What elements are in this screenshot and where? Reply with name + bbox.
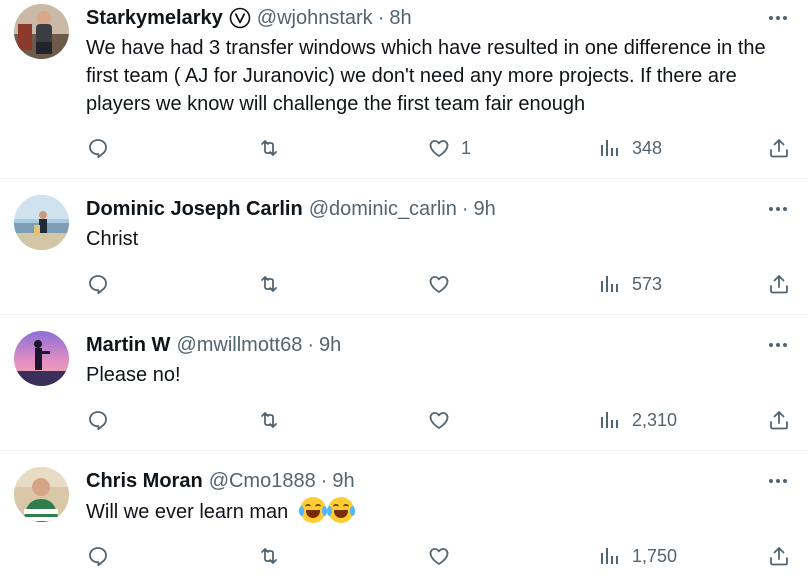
tweet[interactable]: Starkymelarky @wjohnstark · 8h We have h… (0, 0, 808, 179)
author-handle[interactable]: @wjohnstark (257, 6, 373, 30)
view-count: 348 (632, 137, 663, 158)
timestamp[interactable]: 8h (389, 6, 411, 30)
author-name[interactable]: Martin W (86, 333, 170, 357)
timestamp[interactable]: 9h (319, 333, 341, 357)
author-handle[interactable]: @Cmo1888 (209, 469, 316, 493)
views-button[interactable]: 2,310 (598, 406, 677, 434)
share-button[interactable] (767, 270, 791, 298)
verified-badge-icon (229, 7, 251, 29)
tweet-actions: 573 (0, 270, 808, 298)
views-icon (601, 412, 618, 428)
more-horizontal-icon[interactable] (766, 469, 790, 493)
heart-icon (429, 412, 449, 429)
views-button[interactable]: 573 (598, 270, 662, 298)
like-count: 1 (461, 137, 472, 158)
tweet-text: Christ (86, 228, 139, 250)
reply-button[interactable] (86, 134, 110, 162)
retweet-button[interactable] (257, 270, 281, 298)
retweet-icon (261, 548, 277, 564)
author-name[interactable]: Starkymelarky (86, 6, 223, 30)
avatar[interactable] (14, 195, 69, 250)
heart-icon (429, 276, 449, 293)
views-button[interactable]: 1,750 (598, 542, 677, 570)
share-icon (770, 411, 788, 430)
like-button[interactable]: 1 (427, 134, 471, 162)
reply-button[interactable] (86, 406, 110, 434)
views-icon (601, 276, 618, 292)
view-count: 2,310 (632, 409, 678, 430)
author-handle[interactable]: @mwillmott68 (176, 333, 302, 357)
views-icon (601, 140, 618, 156)
more-horizontal-icon[interactable] (766, 197, 790, 221)
reply-button[interactable] (86, 270, 110, 298)
tweet[interactable]: Chris Moran @Cmo1888 · 9h Will we ever l… (0, 451, 808, 586)
tweet-text: Will we ever learn man (86, 497, 786, 526)
reply-icon (89, 275, 107, 295)
tweet[interactable]: Martin W @mwillmott68 · 9h Please no! 2,… (0, 315, 808, 451)
author-name[interactable]: Chris Moran (86, 469, 203, 493)
separator: · (461, 198, 469, 220)
tweet-actions: 1,750 (0, 542, 808, 570)
tweet-text: Please no! (86, 364, 181, 386)
view-count: 573 (632, 273, 663, 294)
retweet-button[interactable] (257, 542, 281, 570)
tears-of-joy-emoji-icon (326, 497, 355, 523)
separator: · (307, 334, 314, 356)
share-button[interactable] (767, 542, 791, 570)
tweet-header: Martin W @mwillmott68 · 9h (86, 333, 341, 357)
author-handle[interactable]: @dominic_carlin (309, 197, 457, 221)
retweet-button[interactable] (257, 406, 281, 434)
share-button[interactable] (767, 134, 791, 162)
tweet-text: We have had 3 transfer windows which hav… (86, 37, 766, 115)
timestamp[interactable]: 9h (474, 197, 496, 221)
share-button[interactable] (767, 406, 791, 434)
retweet-icon (261, 140, 277, 156)
share-icon (770, 547, 788, 566)
share-icon (770, 275, 788, 294)
tweet[interactable]: Dominic Joseph Carlin @dominic_carlin · … (0, 179, 808, 315)
more-horizontal-icon[interactable] (766, 6, 790, 30)
heart-icon (429, 140, 449, 157)
retweet-icon (261, 412, 277, 428)
reply-icon (89, 547, 107, 567)
timestamp[interactable]: 9h (332, 469, 354, 493)
retweet-button[interactable] (257, 134, 281, 162)
tweet-header: Starkymelarky @wjohnstark · 8h (86, 6, 412, 30)
tweet-actions: 2,310 (0, 406, 808, 434)
like-button[interactable] (427, 542, 451, 570)
views-button[interactable]: 348 (598, 134, 662, 162)
more-horizontal-icon[interactable] (766, 333, 790, 357)
tears-of-joy-emoji-icon (298, 497, 327, 523)
separator: · (377, 7, 385, 29)
avatar[interactable] (14, 467, 69, 522)
tweet-header: Dominic Joseph Carlin @dominic_carlin · … (86, 197, 496, 221)
tweet-actions: 1 348 (0, 134, 808, 162)
tears-of-joy-emoji-group (298, 497, 355, 523)
heart-icon (429, 548, 449, 565)
views-icon (601, 548, 618, 564)
reply-button[interactable] (86, 542, 110, 570)
tweet-header: Chris Moran @Cmo1888 · 9h (86, 469, 355, 493)
avatar[interactable] (14, 331, 69, 386)
like-button[interactable] (427, 406, 451, 434)
retweet-icon (261, 276, 277, 292)
separator: · (320, 470, 328, 492)
share-icon (770, 139, 788, 158)
avatar[interactable] (14, 4, 69, 59)
view-count: 1,750 (632, 545, 678, 566)
reply-icon (89, 139, 107, 159)
like-button[interactable] (427, 270, 451, 298)
reply-icon (89, 411, 107, 431)
tweet-text-content: Will we ever learn man (86, 501, 289, 523)
author-name[interactable]: Dominic Joseph Carlin (86, 197, 303, 221)
